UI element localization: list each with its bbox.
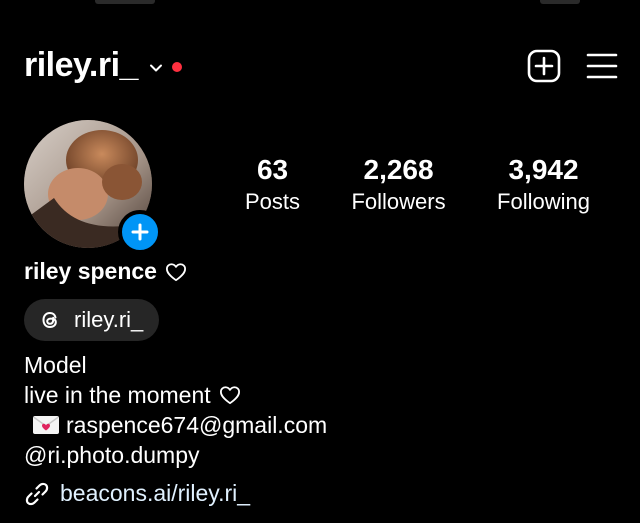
bio-email: raspence674@gmail.com [66, 412, 328, 438]
status-bar-fragment [540, 0, 580, 4]
profile-header: riley.ri_ [24, 42, 618, 92]
threads-badge-button[interactable]: riley.ri_ [24, 299, 160, 341]
following-stat[interactable]: 3,942 Following [497, 155, 590, 219]
posts-label: Posts [245, 189, 301, 214]
threads-handle: riley.ri_ [74, 307, 144, 332]
hamburger-menu-icon [586, 53, 618, 79]
full-name-text: riley spence [24, 258, 157, 284]
profile-avatar[interactable] [24, 120, 162, 254]
bio-line: @ri.photo.dumpy [24, 440, 327, 470]
followers-count: 2,268 [363, 154, 434, 185]
link-icon [25, 482, 49, 505]
menu-button[interactable] [582, 46, 622, 86]
bio-mention-link[interactable]: @ri.photo.dumpy [24, 440, 200, 470]
bio-line: Model [24, 350, 327, 380]
posts-count: 63 [256, 154, 289, 185]
love-letter-icon [33, 416, 59, 434]
followers-label: Followers [351, 189, 446, 214]
followers-stat[interactable]: 2,268 Followers [351, 155, 445, 219]
bio-text: live in the moment [24, 382, 211, 408]
heart-outline-icon [165, 262, 186, 281]
following-label: Following [497, 189, 590, 214]
username-title: riley.ri_ [24, 46, 138, 84]
posts-stat[interactable]: 63 Posts [245, 155, 300, 219]
add-story-button[interactable] [118, 210, 162, 254]
bio-line: live in the moment [24, 380, 327, 410]
chevron-down-icon[interactable] [148, 60, 164, 76]
new-post-button[interactable] [524, 46, 564, 86]
plus-square-icon [527, 49, 561, 83]
status-bar-fragment [95, 0, 155, 4]
profile-full-name: riley spence [24, 258, 187, 285]
external-link-text: beacons.ai/riley.ri_ [60, 480, 251, 506]
username-switcher[interactable]: riley.ri_ [24, 46, 182, 85]
threads-logo-icon [42, 311, 57, 329]
following-count: 3,942 [508, 154, 579, 185]
bio-category: Model [24, 352, 87, 378]
notification-dot [171, 61, 182, 72]
bio-line: raspence674@gmail.com [24, 410, 327, 440]
profile-bio: Model live in the moment raspence674@gma… [24, 350, 327, 470]
profile-external-link[interactable]: beacons.ai/riley.ri_ [24, 480, 250, 507]
profile-stats: 63 Posts 2,268 Followers 3,942 Following [245, 155, 590, 219]
heart-outline-icon [219, 386, 240, 405]
plus-icon [131, 223, 149, 241]
